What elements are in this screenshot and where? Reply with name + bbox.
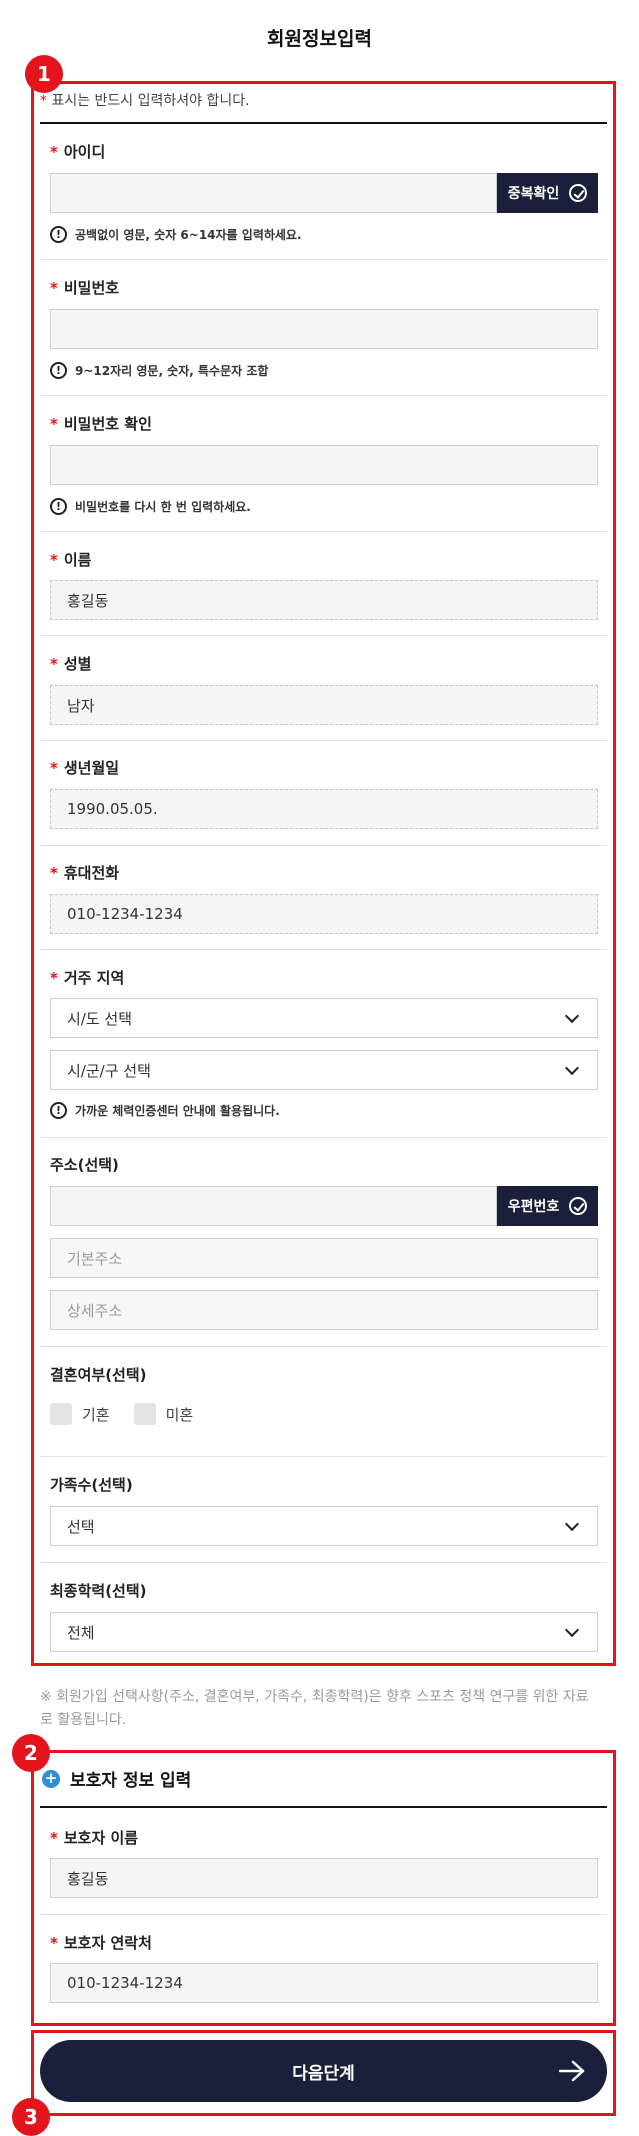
birth-input[interactable]: 1990.05.05.: [50, 789, 598, 829]
address-label: 주소(선택): [50, 1156, 119, 1174]
id-hint: ! 공백없이 영문, 숫자 6~14자를 입력하세요.: [50, 226, 302, 243]
id-label: * 아이디: [50, 143, 106, 161]
chevron-down-icon: [564, 1060, 580, 1075]
guardian-contact-label: * 보호자 연락처: [50, 1934, 152, 1952]
divider: [40, 1456, 607, 1457]
phone-label: * 휴대전화: [50, 864, 120, 882]
zipcode-input[interactable]: [50, 1186, 497, 1226]
guardian-divider: [40, 1806, 607, 1808]
divider: [40, 949, 607, 950]
marriage-options: 기혼 미혼: [50, 1403, 207, 1425]
password-confirm-label: * 비밀번호 확인: [50, 415, 152, 433]
phone-input[interactable]: 010-1234-1234: [50, 894, 598, 934]
divider: [40, 740, 607, 741]
marker-3: 3: [12, 2098, 50, 2136]
id-input[interactable]: [50, 173, 497, 213]
page-title: 회원정보입력: [267, 28, 372, 50]
birth-label: * 생년월일: [50, 759, 120, 777]
divider: [40, 395, 607, 396]
guardian-contact-input[interactable]: 010-1234-1234: [50, 1963, 598, 2003]
check-circle-icon: [569, 1197, 588, 1215]
divider: [40, 1346, 607, 1347]
divider: [40, 1562, 607, 1563]
arrow-right-icon: [559, 2060, 585, 2082]
password-input[interactable]: [50, 309, 598, 349]
password-label: * 비밀번호: [50, 279, 120, 297]
chevron-down-icon: [564, 1622, 580, 1637]
region-label: * 거주 지역: [50, 969, 125, 987]
family-label: 가족수(선택): [50, 1476, 133, 1494]
required-note-text: 표시는 반드시 입력하셔야 합니다.: [51, 93, 250, 109]
province-select[interactable]: 시/도 선택: [50, 998, 598, 1038]
name-label: * 이름: [50, 551, 92, 569]
exclamation-icon: !: [50, 1102, 67, 1119]
guardian-name-input[interactable]: 홍길동: [50, 1858, 598, 1898]
single-checkbox[interactable]: 미혼: [133, 1403, 193, 1425]
basic-address-input[interactable]: 기본주소: [50, 1238, 598, 1278]
next-step-button[interactable]: 다음단계: [40, 2040, 607, 2102]
next-step-label: 다음단계: [292, 2063, 355, 2084]
marriage-label: 결혼여부(선택): [50, 1366, 147, 1384]
exclamation-icon: !: [50, 226, 67, 243]
password-hint: ! 9~12자리 영문, 숫자, 특수문자 조합: [50, 362, 268, 379]
required-note: * 표시는 반드시 입력하셔야 합니다.: [40, 90, 250, 110]
divider: [40, 259, 607, 260]
city-select[interactable]: 시/군/구 선택: [50, 1050, 598, 1090]
checkbox-box[interactable]: [133, 1403, 156, 1425]
header-divider: [40, 122, 607, 124]
gender-label: * 성별: [50, 655, 92, 673]
chevron-down-icon: [564, 1008, 580, 1023]
divider: [40, 845, 607, 846]
duplicate-check-button[interactable]: 중복확인: [497, 173, 598, 213]
exclamation-icon: !: [50, 498, 67, 515]
password-confirm-hint: ! 비밀번호를 다시 한 번 입력하세요.: [50, 498, 251, 515]
checkbox-box[interactable]: [50, 1403, 72, 1425]
divider: [40, 1137, 607, 1138]
divider: [40, 635, 607, 636]
married-checkbox[interactable]: 기혼: [50, 1403, 110, 1425]
education-select[interactable]: 전체: [50, 1612, 598, 1652]
detail-address-input[interactable]: 상세주소: [50, 1290, 598, 1330]
guardian-section-title: + 보호자 정보 입력: [42, 1766, 191, 1791]
chevron-down-icon: [564, 1516, 580, 1531]
exclamation-icon: !: [50, 362, 67, 379]
optional-fields-notice: ※ 회원가입 선택사항(주소, 결혼여부, 가족수, 최종학력)은 향후 스포츠…: [40, 1689, 589, 1728]
guardian-name-label: * 보호자 이름: [50, 1829, 139, 1847]
divider: [40, 1914, 607, 1915]
marker-1: 1: [25, 55, 63, 93]
zipcode-button[interactable]: 우편번호: [497, 1186, 598, 1226]
plus-circle-icon: +: [42, 1769, 60, 1788]
required-star: *: [40, 93, 47, 109]
region-hint: ! 가까운 체력인증센터 안내에 활용됩니다.: [50, 1102, 280, 1119]
divider: [40, 531, 607, 532]
name-input[interactable]: 홍길동: [50, 580, 598, 620]
education-label: 최종학력(선택): [50, 1582, 147, 1600]
gender-input[interactable]: 남자: [50, 685, 598, 725]
family-select[interactable]: 선택: [50, 1506, 598, 1546]
check-circle-icon: [569, 184, 588, 202]
password-confirm-input[interactable]: [50, 445, 598, 485]
